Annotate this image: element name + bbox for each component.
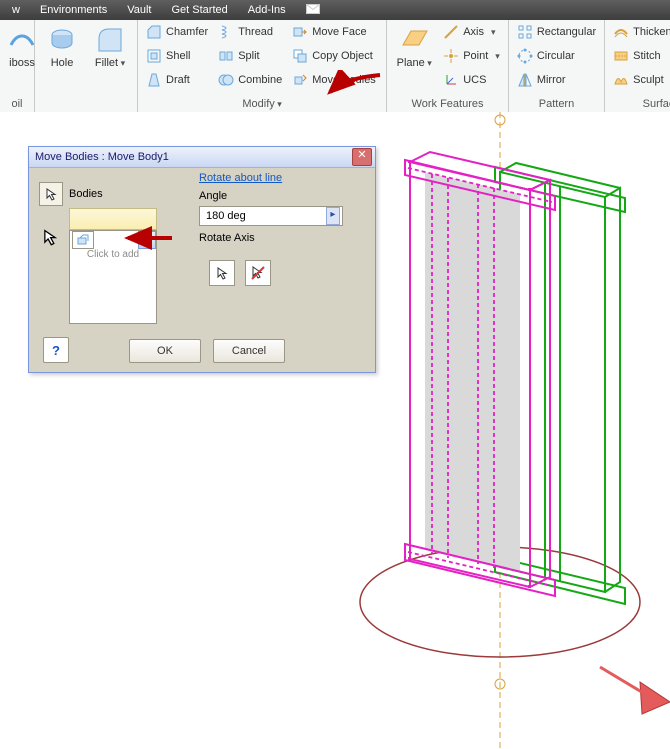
list-hint: Click to add: [70, 249, 156, 260]
bodies-selected-field[interactable]: [69, 208, 157, 230]
model-magenta-body: [405, 152, 555, 596]
panel-pattern: Rectangular Circular Mirror Pattern: [509, 20, 605, 112]
plane-icon: [399, 25, 429, 55]
thread-icon: [218, 24, 234, 40]
link-rotate-about-line[interactable]: Rotate about line: [199, 172, 282, 184]
cmd-circular[interactable]: Circular: [515, 46, 598, 66]
cmd-split[interactable]: Split: [216, 46, 284, 66]
cmd-hole[interactable]: Hole: [38, 22, 86, 69]
pick-axis-button[interactable]: [209, 260, 235, 286]
circ-pattern-icon: [517, 48, 533, 64]
cmd-mirror[interactable]: Mirror: [515, 70, 598, 90]
panel-cropped-left: iboss oil: [0, 20, 35, 112]
dialog-titlebar[interactable]: Move Bodies : Move Body1 ✕: [29, 147, 375, 168]
menu-item-environments[interactable]: Environments: [30, 2, 117, 18]
panel-footer-modify[interactable]: Modify: [141, 98, 383, 112]
app-menubar: w Environments Vault Get Started Add-Ins: [0, 0, 670, 20]
copy-object-icon: [292, 48, 308, 64]
menu-item-vault[interactable]: Vault: [117, 2, 161, 18]
rect-pattern-icon: [517, 24, 533, 40]
cmd-draft[interactable]: Draft: [144, 70, 210, 90]
split-icon: [218, 48, 234, 64]
cmd-fillet[interactable]: Fillet: [86, 22, 134, 69]
ok-button[interactable]: OK: [129, 339, 201, 363]
cmd-thicken[interactable]: Thicken/Offset: [611, 22, 670, 42]
chamfer-icon: [146, 24, 162, 40]
bodies-listbox[interactable]: ⌄ Click to add: [69, 230, 157, 324]
cancel-button[interactable]: Cancel: [213, 339, 285, 363]
angle-label: Angle: [199, 190, 227, 202]
ucs-icon: [443, 72, 459, 88]
list-dropdown-button[interactable]: ⌄: [138, 231, 156, 249]
panel-modify: Chamfer Shell Draft Thread Split Combine…: [138, 20, 387, 112]
cursor-icon: [41, 228, 59, 246]
rotate-axis-label: Rotate Axis: [199, 232, 255, 244]
angle-input[interactable]: [204, 209, 326, 223]
clear-axis-button[interactable]: [245, 260, 271, 286]
menu-item-w[interactable]: w: [2, 2, 30, 18]
axis-icon: [443, 24, 459, 40]
cmd-ucs[interactable]: UCS: [441, 70, 502, 90]
cmd-rectangular[interactable]: Rectangular: [515, 22, 598, 42]
cmd-stitch[interactable]: Stitch: [611, 46, 670, 66]
point-icon: [443, 48, 459, 64]
cmd-chamfer[interactable]: Chamfer: [144, 22, 210, 42]
panel-footer-surface: Surfac: [608, 98, 670, 112]
menu-item-add-ins[interactable]: Add-Ins: [238, 2, 296, 18]
stitch-icon: [613, 48, 629, 64]
menu-item-get-started[interactable]: Get Started: [161, 2, 237, 18]
cmd-copy-object[interactable]: Copy Object: [290, 46, 380, 66]
angle-flyout-button[interactable]: ▸: [326, 207, 340, 225]
cmd-combine[interactable]: Combine: [216, 70, 284, 90]
sculpt-icon: [613, 72, 629, 88]
move-bodies-icon: [292, 72, 308, 88]
cmd-thread[interactable]: Thread: [216, 22, 284, 42]
dialog-title: Move Bodies : Move Body1: [35, 151, 169, 163]
draft-icon: [146, 72, 162, 88]
panel-work-features: Plane Axis▾ Point▾ UCS Work Features: [387, 20, 509, 112]
thicken-icon: [613, 24, 629, 40]
list-pick-button[interactable]: [72, 231, 94, 249]
cmd-shell[interactable]: Shell: [144, 46, 210, 66]
mirror-icon: [517, 72, 533, 88]
combine-icon: [218, 72, 234, 88]
cmd-sculpt[interactable]: Sculpt: [611, 70, 670, 90]
cmd-point[interactable]: Point▾: [441, 46, 502, 66]
dialog-move-bodies: Move Bodies : Move Body1 ✕ Rotate about …: [28, 146, 376, 373]
pick-bodies-button[interactable]: [39, 182, 63, 206]
cmd-axis[interactable]: Axis▾: [441, 22, 502, 42]
mail-icon[interactable]: [296, 2, 330, 19]
cmd-move-face[interactable]: Move Face: [290, 22, 380, 42]
panel-surface: Thicken/Offset Stitch Sculpt Surfac: [605, 20, 670, 112]
bodies-label: Bodies: [69, 188, 103, 200]
ribbon: iboss oil Hole Fillet Chamfer Shell Draf…: [0, 20, 670, 113]
angle-field[interactable]: ▸: [199, 206, 343, 226]
close-button[interactable]: ✕: [352, 148, 372, 166]
help-button[interactable]: ?: [43, 337, 69, 363]
panel-footer-workfeat: Work Features: [390, 98, 505, 112]
move-face-icon: [292, 24, 308, 40]
panel-hole-fillet: Hole Fillet: [35, 20, 138, 112]
cmd-move-bodies[interactable]: Move Bodies: [290, 70, 380, 90]
panel-footer-pattern: Pattern: [512, 98, 601, 112]
shell-icon: [146, 48, 162, 64]
cmd-plane[interactable]: Plane: [390, 22, 438, 90]
